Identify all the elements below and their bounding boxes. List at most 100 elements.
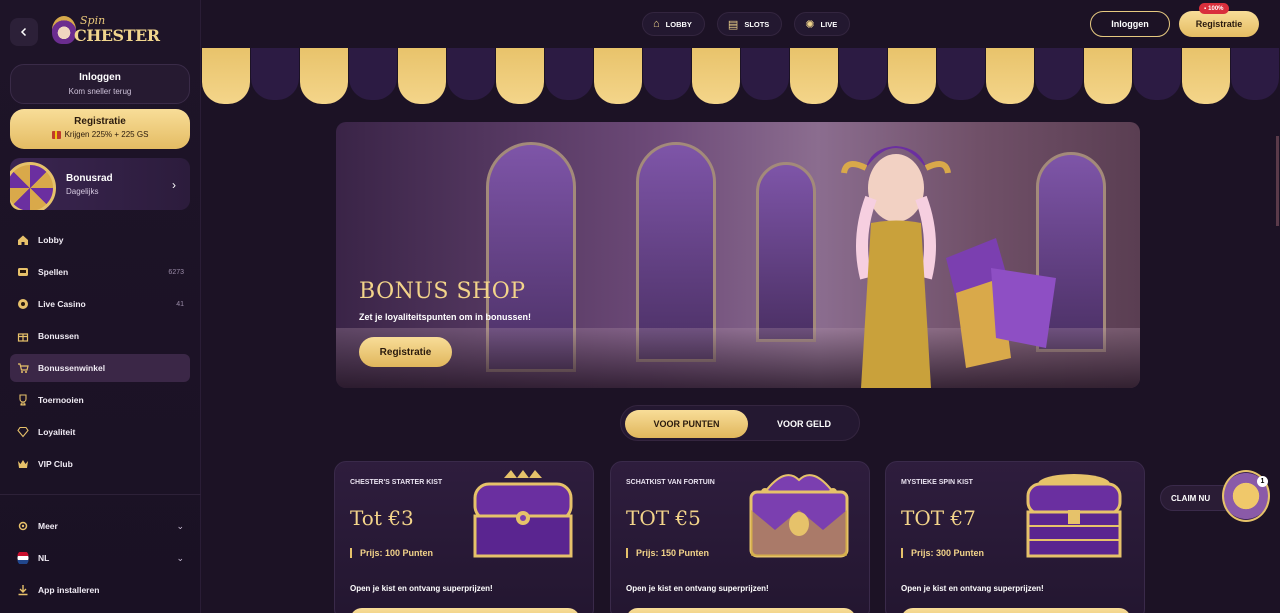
tab-live[interactable]: ✺ LIVE xyxy=(794,12,851,36)
gift-icon xyxy=(16,329,30,343)
sidebar-item-label: App installeren xyxy=(38,585,100,595)
sidebar-register-subtitle: Krijgen 225% + 225 GS xyxy=(64,130,149,139)
card-price: Prijs: 300 Punten xyxy=(901,548,984,558)
sidebar-item-vip-club[interactable]: VIP Club xyxy=(10,450,190,478)
sidebar-item-count: 41 xyxy=(176,300,184,308)
bonus-wheel-card[interactable]: Bonusrad Dagelijks › xyxy=(10,158,190,210)
diamond-icon xyxy=(16,425,30,439)
badge-label: 100% xyxy=(1208,5,1224,12)
card-value: Tot €3 xyxy=(350,506,414,530)
bonusrad-title: Bonusrad xyxy=(66,173,113,184)
sidebar-login-subtitle: Kom sneller terug xyxy=(68,87,132,96)
register-bonus-badge: ▪ 100% xyxy=(1199,3,1229,14)
home-icon xyxy=(16,233,30,247)
sidebar-item-bonussen[interactable]: Bonussen xyxy=(10,322,190,350)
trophy-icon xyxy=(16,393,30,407)
cart-icon xyxy=(16,361,30,375)
sidebar-nav: Lobby Spellen 6273 Live Casino 41 Bonuss… xyxy=(10,226,190,482)
sidebar-item-lobby[interactable]: Lobby xyxy=(10,226,190,254)
bonusrad-subtitle: Dagelijks xyxy=(66,187,99,196)
tab-slots[interactable]: ▤ SLOTS xyxy=(716,12,783,36)
card-buy-button[interactable] xyxy=(350,608,580,613)
currency-toggle: VOOR PUNTEN VOOR GELD xyxy=(620,405,860,441)
gift-icon xyxy=(51,130,61,139)
card-buy-button[interactable] xyxy=(901,608,1131,613)
treasure-chest-icon xyxy=(473,470,573,558)
shop-card[interactable]: MYSTIEKE SPIN KIST TOT €7 Prijs: 300 Pun… xyxy=(885,461,1145,613)
sidebar-item-label: Meer xyxy=(38,521,58,531)
chevron-down-icon: ⌄ xyxy=(176,520,184,531)
logo-chester: CHESTER xyxy=(74,26,160,45)
card-buy-button[interactable] xyxy=(626,608,856,613)
banner-title: BONUS SHOP xyxy=(359,279,526,304)
shop-card[interactable]: CHESTER'S STARTER KIST Tot €3 Prijs: 100… xyxy=(334,461,594,613)
jester-character-image xyxy=(841,146,1056,388)
wheel-icon xyxy=(10,162,56,210)
tab-label: LIVE xyxy=(820,19,838,29)
sidebar-item-loyaliteit[interactable]: Loyaliteit xyxy=(10,418,190,446)
sidebar-item-count: 6273 xyxy=(168,268,184,276)
sidebar-item-label: NL xyxy=(38,553,50,563)
card-value: TOT €5 xyxy=(626,506,701,530)
top-nav: ⌂ LOBBY ▤ SLOTS ✺ LIVE xyxy=(642,12,851,36)
banner-register-button[interactable]: Registratie xyxy=(359,337,452,367)
sidebar-item-label: Bonussen xyxy=(38,331,80,341)
collapse-sidebar-button[interactable] xyxy=(10,18,38,46)
sidebar-divider xyxy=(0,494,201,495)
sidebar-item-label: Bonussenwinkel xyxy=(38,363,106,373)
scrollbar[interactable] xyxy=(1276,136,1279,226)
sidebar-item-label: Live Casino xyxy=(38,299,86,309)
flag-nl-icon xyxy=(16,551,30,565)
sidebar-item-spellen[interactable]: Spellen 6273 xyxy=(10,258,190,286)
gift-icon: ▪ xyxy=(1204,5,1207,12)
live-icon: ✺ xyxy=(805,18,815,31)
sidebar-item-label: Lobby xyxy=(38,235,64,245)
live-icon xyxy=(16,297,30,311)
card-title: MYSTIEKE SPIN KIST xyxy=(901,479,973,486)
card-title: CHESTER'S STARTER KIST xyxy=(350,479,443,486)
treasure-chest-icon xyxy=(1026,474,1122,558)
header-register-button[interactable]: Registratie xyxy=(1179,11,1259,37)
card-title: SCHATKIST VAN FORTUIN xyxy=(626,479,715,486)
sidebar-register-button[interactable]: Registratie Krijgen 225% + 225 GS xyxy=(10,109,190,149)
jester-logo-icon xyxy=(52,16,76,44)
shop-card[interactable]: SCHATKIST VAN FORTUIN TOT €5 Prijs: 150 … xyxy=(610,461,870,613)
card-price: Prijs: 100 Punten xyxy=(350,548,433,558)
logo[interactable]: Spin CHESTER xyxy=(48,12,160,48)
home-icon: ⌂ xyxy=(653,18,660,30)
header-login-button[interactable]: Inloggen xyxy=(1090,11,1170,37)
claim-count-badge: 1 xyxy=(1257,476,1268,487)
treasure-chest-icon xyxy=(749,474,849,558)
tab-voor-geld[interactable]: VOOR GELD xyxy=(751,410,857,438)
slots-icon: ▤ xyxy=(727,18,739,31)
sidebar-item-toernooien[interactable]: Toernooien xyxy=(10,386,190,414)
sidebar-item-label: Loyaliteit xyxy=(38,427,76,437)
sidebar-item-app-install[interactable]: App installeren xyxy=(10,576,190,604)
chevron-down-icon: ⌄ xyxy=(176,552,184,563)
slots-icon xyxy=(16,265,30,279)
card-price: Prijs: 150 Punten xyxy=(626,548,709,558)
download-icon xyxy=(16,583,30,597)
tab-lobby[interactable]: ⌂ LOBBY xyxy=(642,12,705,36)
sidebar-register-title: Registratie xyxy=(74,116,126,127)
card-value: TOT €7 xyxy=(901,506,976,530)
banner-subtitle: Zet je loyaliteitspunten om in bonussen! xyxy=(359,312,532,322)
sidebar-bottom-nav: Meer ⌄ NL ⌄ App installeren xyxy=(10,512,190,608)
sidebar-login-title: Inloggen xyxy=(79,72,121,83)
tab-label: LOBBY xyxy=(665,19,692,29)
sidebar-item-bonussenwinkel[interactable]: Bonussenwinkel xyxy=(10,354,190,382)
sidebar-item-live-casino[interactable]: Live Casino 41 xyxy=(10,290,190,318)
sidebar: Spin CHESTER Inloggen Kom sneller terug … xyxy=(0,0,201,613)
card-description: Open je kist en ontvang superprijzen! xyxy=(350,584,493,593)
awning-decoration xyxy=(202,48,1280,106)
sidebar-item-meer[interactable]: Meer ⌄ xyxy=(10,512,190,540)
bonus-shop-banner xyxy=(336,122,1140,388)
gear-icon xyxy=(16,519,30,533)
sidebar-item-language[interactable]: NL ⌄ xyxy=(10,544,190,572)
sidebar-login-button[interactable]: Inloggen Kom sneller terug xyxy=(10,64,190,104)
card-description: Open je kist en ontvang superprijzen! xyxy=(901,584,1044,593)
crown-icon xyxy=(16,457,30,471)
sidebar-item-label: VIP Club xyxy=(38,459,73,469)
chevron-left-icon xyxy=(20,27,27,37)
tab-voor-punten[interactable]: VOOR PUNTEN xyxy=(625,410,748,438)
